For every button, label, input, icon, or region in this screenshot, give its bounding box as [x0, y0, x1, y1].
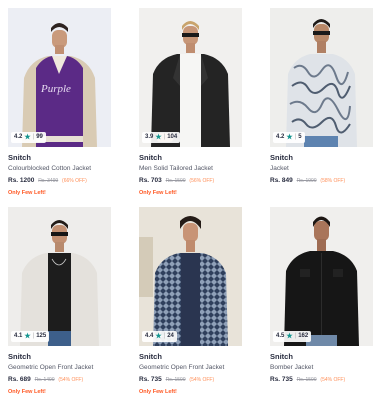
model-printed-shirt-image	[270, 8, 373, 147]
product-price: Rs. 689	[8, 376, 31, 383]
rating-separator: |	[294, 134, 297, 140]
rating-value: 4.2	[276, 134, 285, 140]
rating-separator: |	[32, 134, 35, 140]
product-mrp: Rs. 1499	[34, 377, 55, 383]
product-mrp: Rs. 1599	[165, 178, 186, 184]
rating-value: 4.1	[14, 333, 23, 339]
product-card[interactable]: Purple 4.2 ★ | 99 Snitch Colourblocked C…	[8, 8, 111, 197]
price-row: Rs. 849 Rs. 1999 (58% OFF)	[270, 176, 373, 186]
star-icon: ★	[286, 134, 293, 141]
product-mrp: Rs. 1599	[165, 377, 186, 383]
rating-badge: 4.5 ★ | 162	[273, 331, 312, 342]
product-brand: Snitch	[270, 153, 293, 162]
product-brand: Snitch	[8, 153, 31, 162]
stock-urgency-label: Only Few Left!	[139, 190, 177, 196]
rating-badge: 3.9 ★ | 104	[142, 132, 181, 143]
stock-urgency-label: Only Few Left!	[8, 190, 46, 196]
product-card[interactable]: 3.9 ★ | 104 Snitch Men Solid Tailored Ja…	[139, 8, 242, 197]
product-card[interactable]: 4.1 ★ | 125 Snitch Geometric Open Front …	[8, 207, 111, 396]
rating-separator: |	[294, 333, 297, 339]
rating-count: 24	[167, 333, 174, 339]
price-row: Rs. 735 Rs. 1599 (54% OFF)	[139, 375, 242, 385]
product-grid: Purple 4.2 ★ | 99 Snitch Colourblocked C…	[0, 0, 392, 400]
product-name: Colourblocked Cotton Jacket	[8, 165, 92, 172]
product-name: Geometric Open Front Jacket	[139, 364, 225, 371]
rating-value: 3.9	[145, 134, 154, 140]
product-discount: (66% OFF)	[62, 178, 87, 184]
product-brand: Snitch	[8, 352, 31, 361]
product-name: Men Solid Tailored Jacket	[139, 165, 213, 172]
product-mrp: Rs. 1999	[296, 178, 317, 184]
product-card[interactable]: 4.4 ★ | 24 Snitch Geometric Open Front J…	[139, 207, 242, 396]
product-name: Bomber Jacket	[270, 364, 314, 371]
product-discount: (58% OFF)	[320, 178, 346, 184]
rating-count: 5	[298, 134, 302, 140]
rating-count: 162	[298, 333, 309, 339]
rating-separator: |	[32, 333, 35, 339]
model-white-overshirt-image	[8, 207, 111, 346]
product-card[interactable]: 4.2 ★ | 5 Snitch Jacket Rs. 849 Rs. 1999…	[270, 8, 373, 189]
star-icon: ★	[155, 134, 162, 141]
rating-badge: 4.4 ★ | 24	[142, 331, 177, 342]
product-discount: (56% OFF)	[189, 178, 215, 184]
product-discount: (54% OFF)	[320, 377, 346, 383]
star-icon: ★	[155, 333, 162, 340]
rating-value: 4.5	[276, 333, 285, 339]
product-price: Rs. 735	[139, 376, 162, 383]
product-discount: (54% OFF)	[189, 377, 215, 383]
product-price: Rs. 849	[270, 177, 293, 184]
price-row: Rs. 689 Rs. 1499 (54% OFF)	[8, 375, 111, 385]
rating-count: 125	[36, 333, 47, 339]
product-brand: Snitch	[139, 352, 162, 361]
stock-urgency-label: Only Few Left!	[139, 389, 177, 395]
rating-count: 99	[36, 134, 43, 140]
svg-text:Purple: Purple	[40, 83, 71, 95]
product-price: Rs. 735	[270, 376, 293, 383]
product-brand: Snitch	[270, 352, 293, 361]
price-row: Rs. 1200 Rs. 3499 (66% OFF)	[8, 176, 111, 186]
product-price: Rs. 703	[139, 177, 162, 184]
rating-value: 4.4	[145, 333, 154, 339]
model-black-jacket-image	[139, 8, 242, 147]
rating-badge: 4.1 ★ | 125	[11, 331, 50, 342]
product-mrp: Rs. 3499	[38, 178, 59, 184]
product-image[interactable]: 4.2 ★ | 5	[270, 8, 373, 147]
product-image[interactable]: Purple 4.2 ★ | 99	[8, 8, 111, 147]
price-row: Rs. 703 Rs. 1599 (56% OFF)	[139, 176, 242, 186]
product-brand: Snitch	[139, 153, 162, 162]
product-image[interactable]: 4.1 ★ | 125	[8, 207, 111, 346]
star-icon: ★	[24, 333, 31, 340]
product-image[interactable]: 3.9 ★ | 104	[139, 8, 242, 147]
rating-badge: 4.2 ★ | 5	[273, 132, 305, 143]
product-mrp: Rs. 1599	[296, 377, 317, 383]
model-purple-varsity-jacket-image: Purple	[8, 8, 111, 147]
star-icon: ★	[286, 333, 293, 340]
model-geometric-jacket-image	[139, 207, 242, 346]
star-icon: ★	[24, 134, 31, 141]
model-black-bomber-image	[270, 207, 373, 346]
rating-separator: |	[163, 333, 166, 339]
rating-badge: 4.2 ★ | 99	[11, 132, 46, 143]
product-card[interactable]: 4.5 ★ | 162 Snitch Bomber Jacket Rs. 735…	[270, 207, 373, 388]
rating-value: 4.2	[14, 134, 23, 140]
price-row: Rs. 735 Rs. 1599 (54% OFF)	[270, 375, 373, 385]
product-image[interactable]: 4.5 ★ | 162	[270, 207, 373, 346]
rating-separator: |	[163, 134, 166, 140]
stock-urgency-label: Only Few Left!	[8, 389, 46, 395]
product-price: Rs. 1200	[8, 177, 35, 184]
product-name: Jacket	[270, 165, 289, 172]
rating-count: 104	[167, 134, 178, 140]
product-discount: (54% OFF)	[58, 377, 84, 383]
product-image[interactable]: 4.4 ★ | 24	[139, 207, 242, 346]
product-name: Geometric Open Front Jacket	[8, 364, 94, 371]
